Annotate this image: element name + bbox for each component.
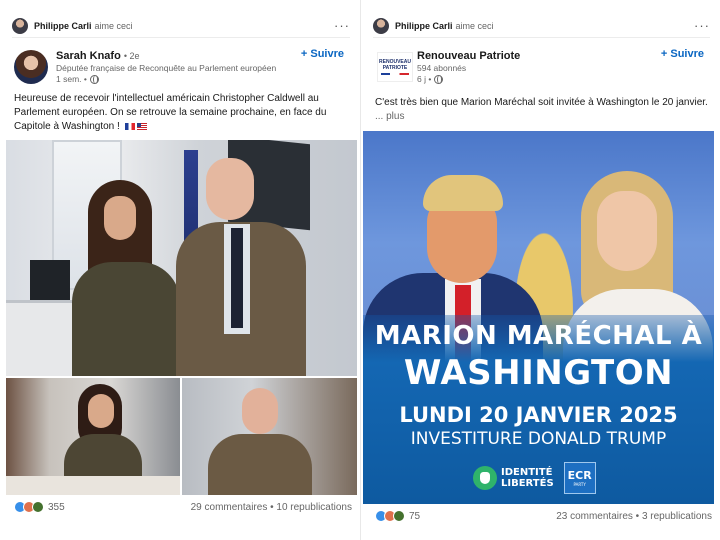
post-time-text: 1 sem. • [56, 74, 87, 84]
id-logo-icon [473, 466, 497, 490]
ecr-logo: ECR PARTY [563, 462, 596, 494]
social-counts: 355 29 commentaires • 10 republications [14, 498, 352, 516]
person-woman [66, 180, 186, 376]
reactions-count[interactable]: 75 [409, 511, 420, 522]
poster-headline-2: WASHINGTON [403, 353, 674, 393]
actor-name[interactable]: Philippe Carli [395, 21, 453, 31]
poster-logos: IDENTITÉ LIBERTÉS ECR PARTY [473, 461, 596, 495]
activity-header: Philippe Carli aime ceci ··· [12, 14, 350, 38]
ecr-logo-sub: PARTY [573, 482, 586, 487]
globe-icon [89, 74, 99, 84]
id-logo-line1: IDENTITÉ [501, 467, 553, 478]
post-time: 6 j • [417, 74, 520, 84]
actor-name[interactable]: Philippe Carli [34, 21, 92, 31]
comments-reposts[interactable]: 23 commentaires • 3 republications [556, 511, 712, 522]
reactions-count[interactable]: 355 [48, 502, 65, 513]
author-info: Renouveau Patriote 594 abonnés 6 j • [417, 50, 520, 84]
post-time: 1 sem. • [56, 74, 276, 84]
identite-libertes-logo: IDENTITÉ LIBERTÉS [473, 466, 554, 490]
photo-main[interactable] [6, 140, 357, 376]
author-block: RENOUVEAU PATRIOTE Renouveau Patriote 59… [375, 46, 710, 88]
post-time-text: 6 j • [417, 74, 432, 84]
us-flag-icon [136, 122, 147, 130]
celebrate-reaction-icon [32, 501, 44, 513]
celebrate-reaction-icon [393, 510, 405, 522]
actor-avatar[interactable] [12, 17, 28, 34]
globe-icon [434, 74, 444, 84]
author-avatar[interactable] [14, 50, 48, 84]
id-logo-line2: LIBERTÉS [501, 478, 554, 489]
page-logo-text: RENOUVEAU PATRIOTE [379, 59, 411, 71]
person-man [176, 158, 306, 376]
author-info: Sarah Knafo • 2e Députée française de Re… [56, 50, 276, 84]
logo-tricolor [381, 73, 409, 75]
post-text: Heureuse de recevoir l'intellectuel amér… [14, 92, 350, 134]
poster-date: LUNDI 20 JANVIER 2025 [399, 403, 678, 427]
activity-action: aime ceci [455, 20, 494, 31]
activity-header: Philippe Carli aime ceci ··· [373, 14, 710, 38]
actor-avatar[interactable] [373, 17, 389, 34]
social-counts: 75 23 commentaires • 3 republications [375, 507, 712, 525]
more-options-icon[interactable]: ··· [694, 18, 710, 33]
post-text-body: C'est très bien que Marion Maréchal soit… [375, 97, 708, 108]
post-sarah-knafo: Philippe Carli aime ceci ··· Sarah Knafo… [0, 0, 360, 540]
reactions-icons[interactable] [375, 510, 405, 522]
author-headline: Députée française de Reconquête au Parle… [56, 63, 277, 73]
photo-bottom-right[interactable] [182, 378, 357, 495]
post-text-body: Heureuse de recevoir l'intellectuel amér… [14, 93, 327, 132]
poster-headline-1: MARION MARÉCHAL À [374, 321, 703, 351]
activity-action: aime ceci [94, 20, 133, 31]
follow-button[interactable]: + Suivre [301, 48, 344, 60]
see-more-link[interactable]: ... plus [375, 111, 404, 122]
ecr-logo-text: ECR [567, 469, 592, 482]
page-logo[interactable]: RENOUVEAU PATRIOTE [377, 52, 413, 82]
photo-bottom-left[interactable] [6, 378, 180, 495]
post-text: C'est très bien que Marion Maréchal soit… [375, 96, 710, 124]
author-name-line[interactable]: Sarah Knafo • 2e [56, 50, 276, 62]
reactions-icons[interactable] [14, 501, 44, 513]
more-options-icon[interactable]: ··· [334, 18, 350, 33]
connection-degree: • 2e [123, 51, 140, 61]
poster-image[interactable]: MARION MARÉCHAL À WASHINGTON LUNDI 20 JA… [363, 131, 714, 504]
follower-count: 594 abonnés [417, 63, 467, 73]
follow-button[interactable]: + Suivre [661, 48, 704, 60]
author-block: Sarah Knafo • 2e Députée française de Re… [14, 46, 350, 88]
poster-subline: INVESTITURE DONALD TRUMP [410, 429, 667, 449]
author-name[interactable]: Renouveau Patriote [417, 50, 520, 62]
france-flag-icon [124, 122, 135, 130]
author-name[interactable]: Sarah Knafo [56, 50, 121, 62]
comments-reposts[interactable]: 29 commentaires • 10 republications [191, 502, 352, 513]
